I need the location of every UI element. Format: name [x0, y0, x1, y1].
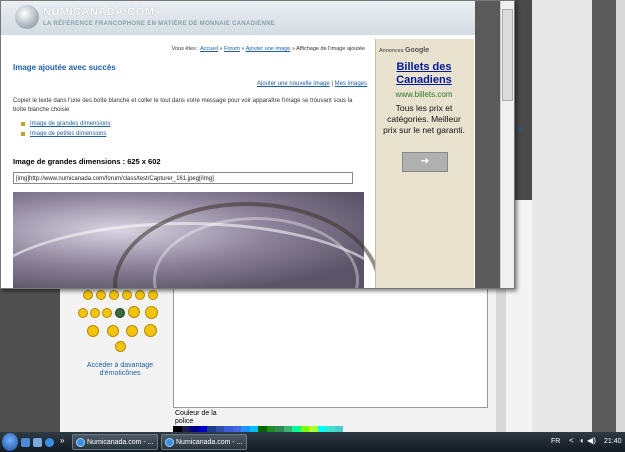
breadcrumb-forum-link[interactable]: Forum — [224, 46, 240, 52]
taskbar-window-2-label: Numicanada.com - ... — [176, 439, 243, 446]
ad-label: Annonces Google — [379, 47, 429, 54]
breadcrumb: Vous êtes : Accueil » Forum » Ajouter un… — [141, 46, 365, 52]
ad-body: Tous les prix et catégories. Meilleur pr… — [383, 103, 465, 135]
message-textarea[interactable] — [173, 284, 488, 408]
more-emoticons-link[interactable]: Accéder à davantage d'émoticônes — [80, 362, 160, 378]
language-indicator[interactable]: FR — [551, 438, 560, 445]
uploaded-image-preview — [1, 192, 399, 288]
font-color-label: Couleur de la police — [175, 410, 217, 425]
taskbar-window-1-label: Numicanada.com - ... — [87, 439, 154, 446]
switch-windows-icon[interactable] — [33, 438, 42, 447]
instructions-text: Copier le texte dans l'une des boîte bla… — [13, 98, 353, 113]
emoticon-question[interactable] — [148, 290, 158, 300]
start-button[interactable] — [2, 433, 18, 451]
ad-label-brand: Google — [405, 47, 430, 54]
emoticon-smile[interactable] — [83, 290, 93, 300]
emoticon-confused[interactable] — [90, 308, 100, 318]
link-separator: | — [331, 81, 333, 87]
site-logo-icon — [15, 5, 39, 29]
clock[interactable]: 21:40 — [604, 438, 622, 445]
background-right-column — [532, 0, 592, 432]
add-new-image-link[interactable]: Ajouter une nouvelle image — [257, 81, 330, 87]
emoticon-thinking[interactable] — [115, 341, 126, 352]
ad-arrow-button[interactable]: ➔ — [402, 152, 448, 172]
breadcrumb-home-link[interactable]: Accueil — [200, 46, 218, 52]
site-name: NUMICANADA.COM — [43, 6, 155, 18]
section-title: Image de grandes dimensions : 625 x 602 — [13, 157, 161, 166]
emoticon-green[interactable] — [115, 308, 125, 318]
small-image-link[interactable]: Image de petites dimensions — [21, 129, 110, 139]
site-tagline: LA RÉFÉRENCE FRANCOPHONE EN MATIÈRE DE M… — [43, 21, 276, 27]
emoticon-cap[interactable] — [126, 325, 138, 337]
taskbar-window-2[interactable]: Numicanada.com - ... — [161, 434, 247, 450]
popup-scrollbar-thumb[interactable] — [502, 9, 513, 101]
internet-explorer-icon[interactable] — [45, 438, 54, 447]
image-size-options: Image de grandes dimensions Image de pet… — [21, 119, 110, 139]
emoticon-laugh[interactable] — [122, 290, 132, 300]
image-code-input[interactable]: [img]http://www.numicanada.com/forum/cla… — [13, 172, 353, 184]
taskbar-window-1[interactable]: Numicanada.com - ... — [72, 434, 158, 450]
background-scrollbar[interactable] — [616, 0, 625, 432]
emoticon-bandana[interactable] — [144, 324, 157, 337]
emoticon-happy[interactable] — [102, 308, 112, 318]
emoticon-graduate[interactable] — [107, 325, 119, 337]
emoticon-cowboy[interactable] — [145, 306, 158, 319]
large-image-link[interactable]: Image de grandes dimensions — [21, 119, 110, 129]
breadcrumb-separator: » — [291, 46, 295, 52]
popup-window-edge — [475, 1, 500, 288]
tray-expand-icon[interactable]: < — [569, 436, 574, 445]
tray-volume-icon[interactable]: ◐ ◀) — [580, 436, 596, 445]
breadcrumb-separator: » — [219, 46, 223, 52]
image-actions: Ajouter une nouvelle image | Mes images — [201, 81, 367, 87]
ad-title-link[interactable]: Billets des Canadiens — [381, 61, 467, 87]
show-desktop-icon[interactable] — [21, 438, 30, 447]
breadcrumb-separator: » — [241, 46, 245, 52]
ad-label-prefix: Annonces — [379, 48, 404, 54]
emoticon-hat[interactable] — [128, 306, 140, 318]
browser-icon — [76, 438, 85, 447]
breadcrumb-prefix: Vous êtes : — [171, 46, 199, 52]
emoticon-grin[interactable] — [96, 290, 106, 300]
emoticon-panel — [75, 284, 167, 404]
page-title: Image ajoutée avec succès — [13, 63, 116, 72]
quicklaunch-chevron[interactable]: » — [60, 436, 64, 445]
emoticon-surprise[interactable] — [135, 290, 145, 300]
my-images-link[interactable]: Mes images — [335, 81, 367, 87]
ad-url[interactable]: www.billets.com — [381, 90, 467, 99]
browser-icon — [165, 438, 174, 447]
emoticon-wink[interactable] — [109, 290, 119, 300]
breadcrumb-add-image-link[interactable]: Ajouter une image — [246, 46, 291, 52]
image-upload-popup: NUMICANADA.COM LA RÉFÉRENCE FRANCOPHONE … — [0, 0, 515, 289]
breadcrumb-current: Affichage de l'image ajoutée — [296, 46, 365, 52]
emoticon-pointing[interactable] — [87, 325, 99, 337]
emoticon-cool[interactable] — [78, 308, 88, 318]
